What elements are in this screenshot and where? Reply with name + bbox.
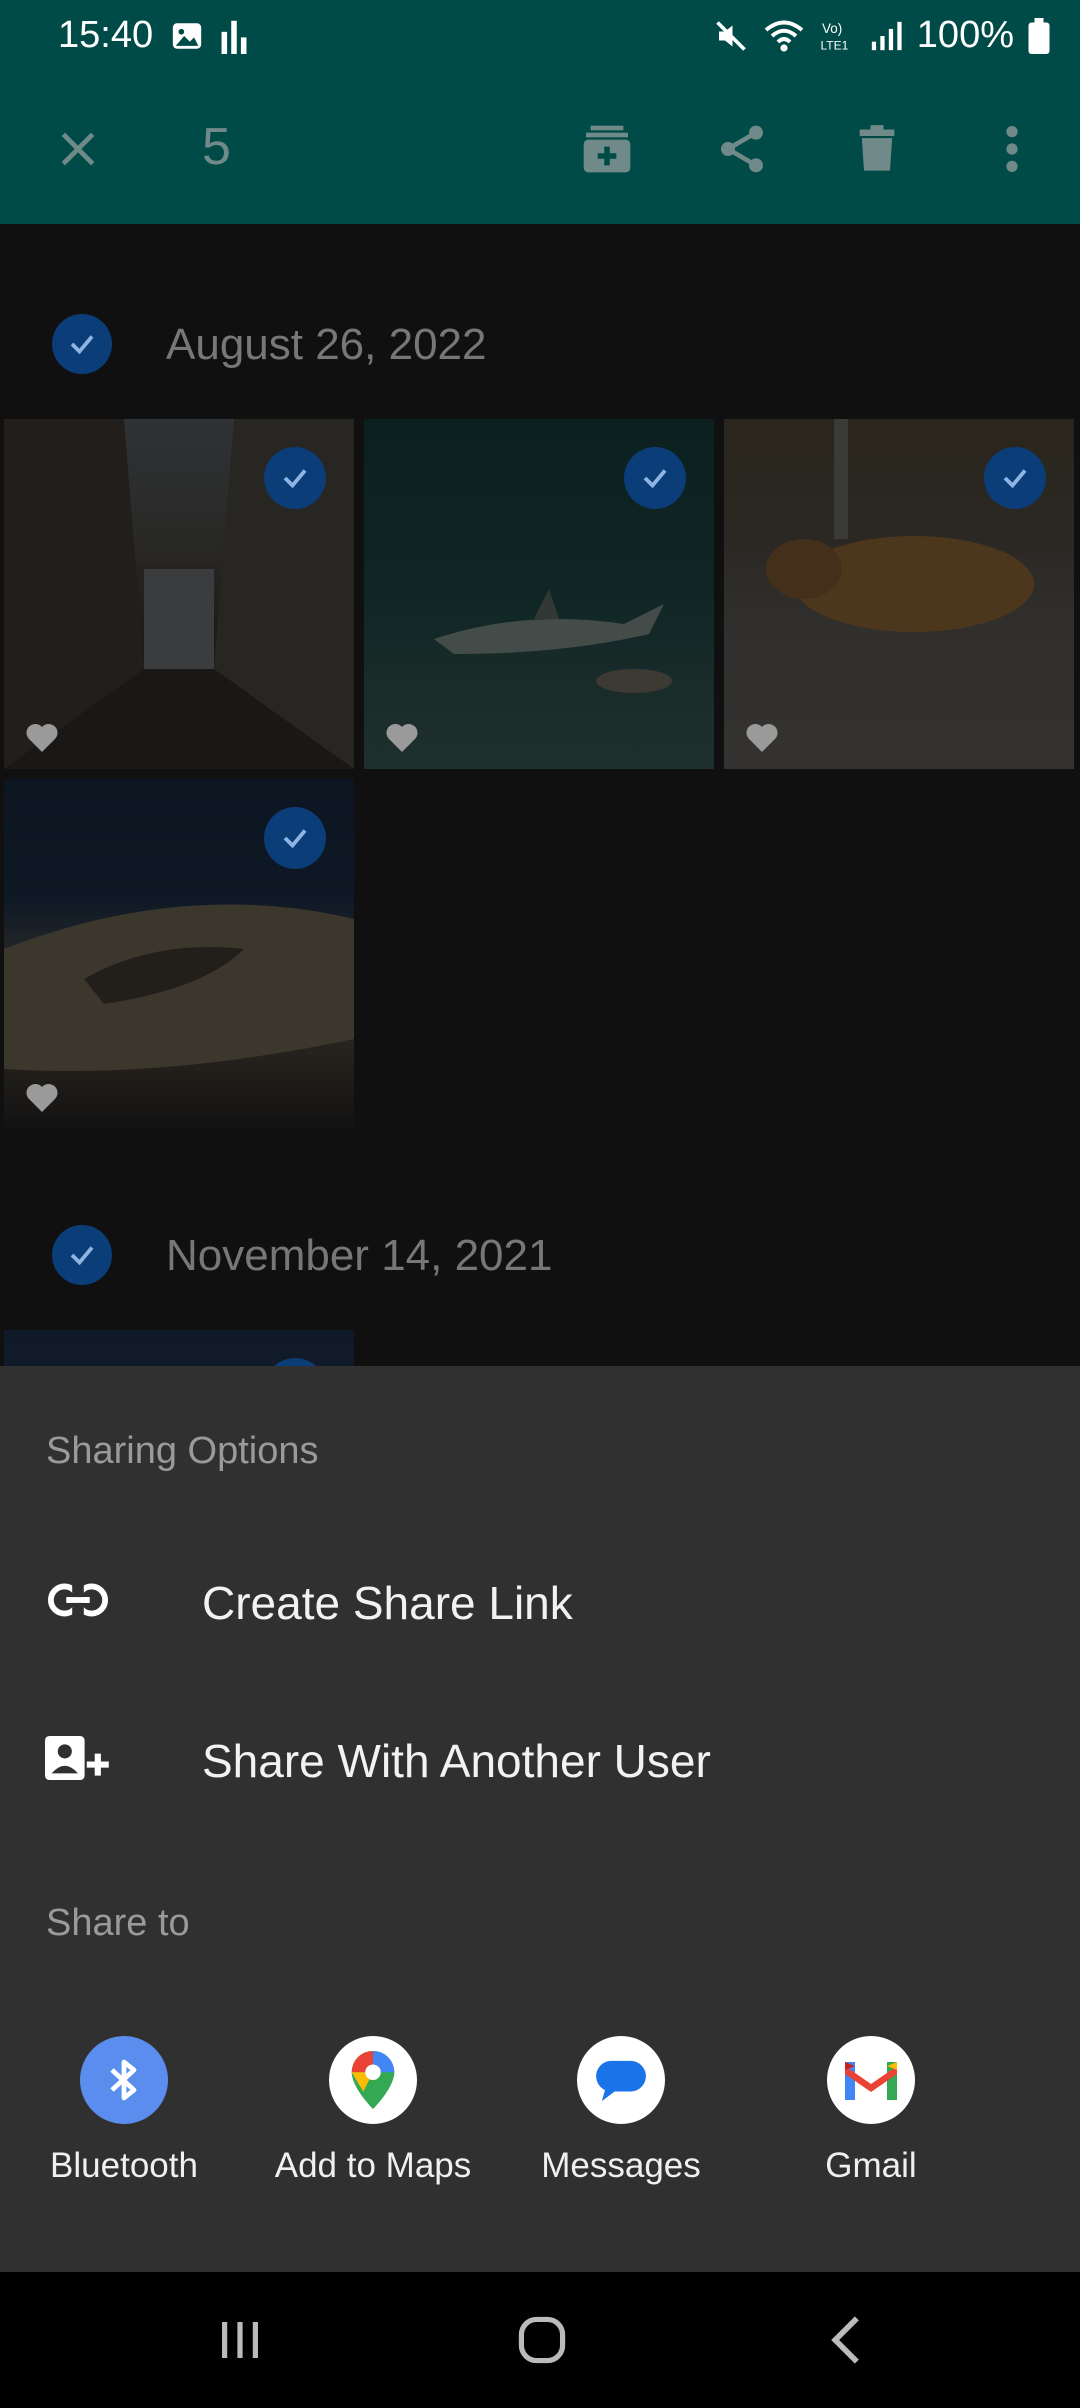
- recents-icon[interactable]: [200, 2302, 280, 2378]
- date-group-header[interactable]: August 26, 2022: [0, 298, 1080, 388]
- favorite-heart-icon[interactable]: [382, 717, 422, 757]
- create-share-link-item[interactable]: Create Share Link: [0, 1526, 1080, 1676]
- selection-app-bar: 5: [0, 75, 1080, 224]
- svg-text:LTE1: LTE1: [820, 38, 848, 52]
- google-maps-icon: [329, 2036, 417, 2124]
- status-right: Vo) LTE1 100%: [713, 14, 1050, 57]
- photo-thumbnail[interactable]: [724, 419, 1074, 769]
- photo-thumbnail[interactable]: [4, 1330, 354, 1366]
- favorite-heart-icon[interactable]: [742, 717, 782, 757]
- share-with-user-item[interactable]: Share With Another User: [0, 1684, 1080, 1834]
- selected-check-icon[interactable]: [624, 447, 686, 509]
- app-label: Bluetooth: [50, 2146, 198, 2185]
- selected-check-icon[interactable]: [264, 447, 326, 509]
- bluetooth-icon: [80, 2036, 168, 2124]
- selected-count: 5: [202, 118, 231, 176]
- sharing-options-heading: Sharing Options: [46, 1430, 319, 1472]
- app-label: Messages: [541, 2146, 701, 2185]
- selected-check-icon[interactable]: [264, 807, 326, 869]
- delete-icon[interactable]: [845, 117, 909, 181]
- link-icon: [44, 1570, 112, 1630]
- add-to-album-icon[interactable]: [575, 117, 639, 181]
- group-check-icon[interactable]: [52, 314, 112, 374]
- add-contact-icon: [44, 1728, 112, 1788]
- image-notification-icon: [172, 23, 202, 49]
- share-target-gmail[interactable]: Gmail: [766, 2036, 976, 2226]
- group-check-icon[interactable]: [52, 1225, 112, 1285]
- share-with-user-label: Share With Another User: [202, 1735, 711, 1787]
- back-icon[interactable]: [806, 2302, 886, 2378]
- notification-icons: [170, 18, 248, 54]
- signal-icon: [871, 21, 902, 50]
- app-label: Gmail: [825, 2146, 917, 2185]
- date-group-header[interactable]: November 14, 2021: [0, 1209, 1080, 1299]
- volte-icon: Vo) LTE1: [820, 21, 848, 53]
- create-share-link-label: Create Share Link: [202, 1577, 573, 1629]
- photo-thumbnail[interactable]: [4, 419, 354, 769]
- selected-check-icon[interactable]: [984, 447, 1046, 509]
- system-nav-bar: [0, 2272, 1080, 2408]
- photo-thumbnail[interactable]: [364, 419, 714, 769]
- equalizer-notification-icon: [221, 20, 247, 54]
- status-time: 15:40: [58, 14, 154, 56]
- share-target-add-to-maps[interactable]: Add to Maps: [268, 2036, 478, 2226]
- share-target-messages[interactable]: Messages: [516, 2036, 726, 2226]
- svg-text:Vo): Vo): [822, 21, 842, 36]
- favorite-heart-icon[interactable]: [22, 717, 62, 757]
- battery-icon: [1028, 17, 1050, 54]
- close-icon[interactable]: [46, 117, 110, 181]
- photo-gallery: August 26, 2022 November 14, 2021: [0, 224, 1080, 1366]
- share-bottom-sheet: Sharing Options Create Share Link Share …: [0, 1366, 1080, 2272]
- photo-thumbnail[interactable]: [4, 779, 354, 1129]
- wifi-icon: [764, 20, 804, 52]
- gmail-icon: [827, 2036, 915, 2124]
- status-bar: 15:40 Vo) LTE1 100%: [0, 0, 1080, 75]
- mute-icon: [716, 20, 746, 51]
- date-label: August 26, 2022: [166, 320, 487, 369]
- share-icon[interactable]: [710, 117, 774, 181]
- favorite-heart-icon[interactable]: [22, 1077, 62, 1117]
- date-label: November 14, 2021: [166, 1231, 553, 1280]
- share-target-bluetooth[interactable]: Bluetooth: [19, 2036, 229, 2226]
- share-to-heading: Share to: [46, 1902, 190, 1944]
- battery-percent: 100%: [916, 14, 1014, 56]
- app-label: Add to Maps: [274, 2146, 472, 2185]
- messages-icon: [577, 2036, 665, 2124]
- more-options-icon[interactable]: [980, 117, 1044, 181]
- home-icon[interactable]: [502, 2302, 582, 2378]
